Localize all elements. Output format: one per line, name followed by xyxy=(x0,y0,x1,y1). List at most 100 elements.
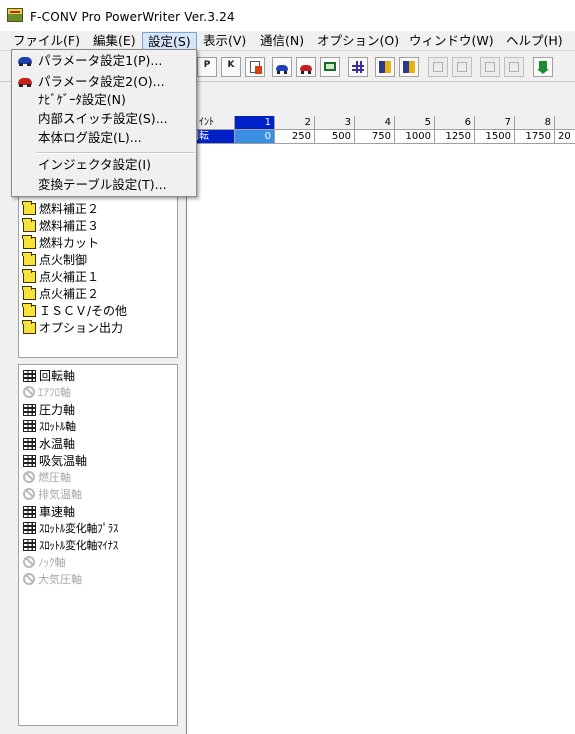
disabled-icon xyxy=(23,488,35,500)
menu-separator xyxy=(36,152,194,154)
axis-list[interactable]: 回転軸 ｴｱﾌﾛ軸 圧力軸 ｽﾛｯﾄﾙ軸 水温軸 吸気温軸 燃圧軸 排気温軸 車… xyxy=(18,364,178,726)
column-header[interactable]: 4 xyxy=(355,116,395,130)
table-cell[interactable]: 250 xyxy=(275,130,315,144)
menu-communication[interactable]: 通信(N) xyxy=(255,32,309,50)
menu-options[interactable]: オプション(O) xyxy=(312,32,404,50)
folder-icon xyxy=(22,252,36,266)
menu-edit[interactable]: 編集(E) xyxy=(88,32,141,50)
list-item[interactable]: 点火補正１ xyxy=(22,269,99,285)
column-header[interactable]: 1 xyxy=(235,116,275,130)
title-bar: F-CONV Pro PowerWriter Ver.3.24 xyxy=(0,0,575,30)
disabled-icon xyxy=(23,556,35,568)
window-title: F-CONV Pro PowerWriter Ver.3.24 xyxy=(30,10,235,24)
list-item[interactable]: 車速軸 xyxy=(23,504,75,520)
list-item[interactable]: 燃料補正２ xyxy=(22,201,99,217)
toolbar-document-button[interactable] xyxy=(245,57,265,77)
list-item[interactable]: オプション出力 xyxy=(22,320,123,336)
column-header[interactable]: 7 xyxy=(475,116,515,130)
folder-icon xyxy=(22,235,36,249)
book-button[interactable] xyxy=(375,57,395,77)
table-cell[interactable]: 1250 xyxy=(435,130,475,144)
toolbar-disabled-button-3[interactable] xyxy=(480,57,500,77)
table-cell[interactable]: 0 xyxy=(235,130,275,144)
table-cell[interactable]: 750 xyxy=(355,130,395,144)
axis-table-pane: ﾎﾟｲﾝﾄ 1 2 3 4 5 6 7 8 回転 0 250 500 750 1… xyxy=(186,82,575,734)
list-item[interactable]: 燃料カット xyxy=(22,235,99,251)
disabled-icon xyxy=(23,573,35,585)
menu-settings[interactable]: 設定(S) xyxy=(142,32,197,50)
toolbar-p-button[interactable] xyxy=(197,57,217,77)
list-item[interactable]: ＩＳＣＶ/その他 xyxy=(22,303,127,319)
list-item[interactable]: 燃料補正３ xyxy=(22,218,99,234)
column-header[interactable]: 3 xyxy=(315,116,355,130)
table-row: 回転 0 250 500 750 1000 1250 1500 1750 20 xyxy=(187,130,575,144)
list-item[interactable]: 圧力軸 xyxy=(23,402,75,418)
list-item[interactable]: ﾉｯｸ軸 xyxy=(23,555,66,571)
list-item[interactable]: 排気温軸 xyxy=(23,487,82,503)
column-header[interactable]: 8 xyxy=(515,116,555,130)
menu-help[interactable]: ヘルプ(H) xyxy=(501,32,568,50)
parameter1-car-button[interactable] xyxy=(272,57,292,77)
table-cell[interactable]: 1750 xyxy=(515,130,555,144)
list-item[interactable]: ｽﾛｯﾄﾙ軸 xyxy=(23,419,76,435)
toolbar-disabled-button-4[interactable] xyxy=(504,57,524,77)
list-item[interactable]: ｽﾛｯﾄﾙ変化軸ﾌﾟﾗｽ xyxy=(23,521,119,537)
list-item[interactable]: 点火補正２ xyxy=(22,286,99,302)
column-header[interactable]: 5 xyxy=(395,116,435,130)
menu-item-parameter-settings-2[interactable]: パラメータ設定2(O)... xyxy=(38,72,165,91)
folder-icon xyxy=(22,303,36,317)
axis-table-icon xyxy=(23,539,36,551)
folder-icon xyxy=(22,218,36,232)
table-header-row: ﾎﾟｲﾝﾄ 1 2 3 4 5 6 7 8 xyxy=(187,116,575,130)
menu-item-parameter-settings-1[interactable]: パラメータ設定1(P)... xyxy=(38,51,162,70)
table-cell[interactable]: 1500 xyxy=(475,130,515,144)
grid-map-button[interactable] xyxy=(348,57,368,77)
monitor-button[interactable] xyxy=(320,57,340,77)
axis-table-icon xyxy=(23,404,36,416)
list-item[interactable]: 大気圧軸 xyxy=(23,572,82,588)
column-header[interactable]: 6 xyxy=(435,116,475,130)
list-item[interactable]: 回転軸 xyxy=(23,368,75,384)
axis-table-icon xyxy=(23,420,36,432)
list-item[interactable]: 点火制御 xyxy=(22,252,87,268)
toolbar-disabled-button-1[interactable] xyxy=(428,57,448,77)
app-window: F-CONV Pro PowerWriter Ver.3.24 ファイル(F) … xyxy=(0,0,575,734)
menu-bar: ファイル(F) 編集(E) 設定(S) 表示(V) 通信(N) オプション(O)… xyxy=(0,30,575,50)
list-item[interactable]: ｽﾛｯﾄﾙ変化軸ﾏｲﾅｽ xyxy=(23,538,118,554)
car-red-icon xyxy=(18,77,32,87)
axis-table-icon xyxy=(23,506,36,518)
list-item[interactable]: ｴｱﾌﾛ軸 xyxy=(23,385,71,401)
axis-table-icon xyxy=(23,370,36,382)
menu-item-navigator-settings[interactable]: ﾅﾋﾞｹﾞｰﾀ設定(N) xyxy=(38,90,126,109)
folder-icon xyxy=(22,201,36,215)
disabled-icon xyxy=(23,471,35,483)
table-cell[interactable]: 20 xyxy=(555,130,575,144)
menu-window[interactable]: ウィンドウ(W) xyxy=(404,32,499,50)
menu-item-injector-settings[interactable]: インジェクタ設定(I) xyxy=(38,155,151,174)
list-item[interactable]: 水温軸 xyxy=(23,436,75,452)
toolbar-disabled-button-2[interactable] xyxy=(452,57,472,77)
list-item[interactable]: 吸気温軸 xyxy=(23,453,87,469)
car-blue-icon xyxy=(18,56,32,66)
list-item[interactable]: 燃圧軸 xyxy=(23,470,71,486)
table-cell[interactable]: 500 xyxy=(315,130,355,144)
disabled-icon xyxy=(23,386,35,398)
parameter2-car-button[interactable] xyxy=(296,57,316,77)
menu-item-internal-switch-settings[interactable]: 内部スイッチ設定(S)... xyxy=(38,109,168,128)
menu-item-conversion-table-settings[interactable]: 変換テーブル設定(T)... xyxy=(38,175,167,194)
book-down-button[interactable] xyxy=(399,57,419,77)
column-header[interactable]: 2 xyxy=(275,116,315,130)
app-logo-icon xyxy=(7,8,23,22)
menu-file[interactable]: ファイル(F) xyxy=(8,32,85,50)
table-cell[interactable]: 1000 xyxy=(395,130,435,144)
settings-dropdown-menu: パラメータ設定1(P)... パラメータ設定2(O)... ﾅﾋﾞｹﾞｰﾀ設定(… xyxy=(11,49,197,197)
axis-table-icon xyxy=(23,438,36,450)
download-button[interactable] xyxy=(533,57,553,77)
menu-view[interactable]: 表示(V) xyxy=(198,32,251,50)
toolbar-k-button[interactable] xyxy=(221,57,241,77)
axis-table-icon xyxy=(23,455,36,467)
column-header[interactable] xyxy=(555,116,575,130)
menu-item-body-log-settings[interactable]: 本体ログ設定(L)... xyxy=(38,128,142,147)
axis-table-icon xyxy=(23,522,36,534)
folder-icon xyxy=(22,286,36,300)
